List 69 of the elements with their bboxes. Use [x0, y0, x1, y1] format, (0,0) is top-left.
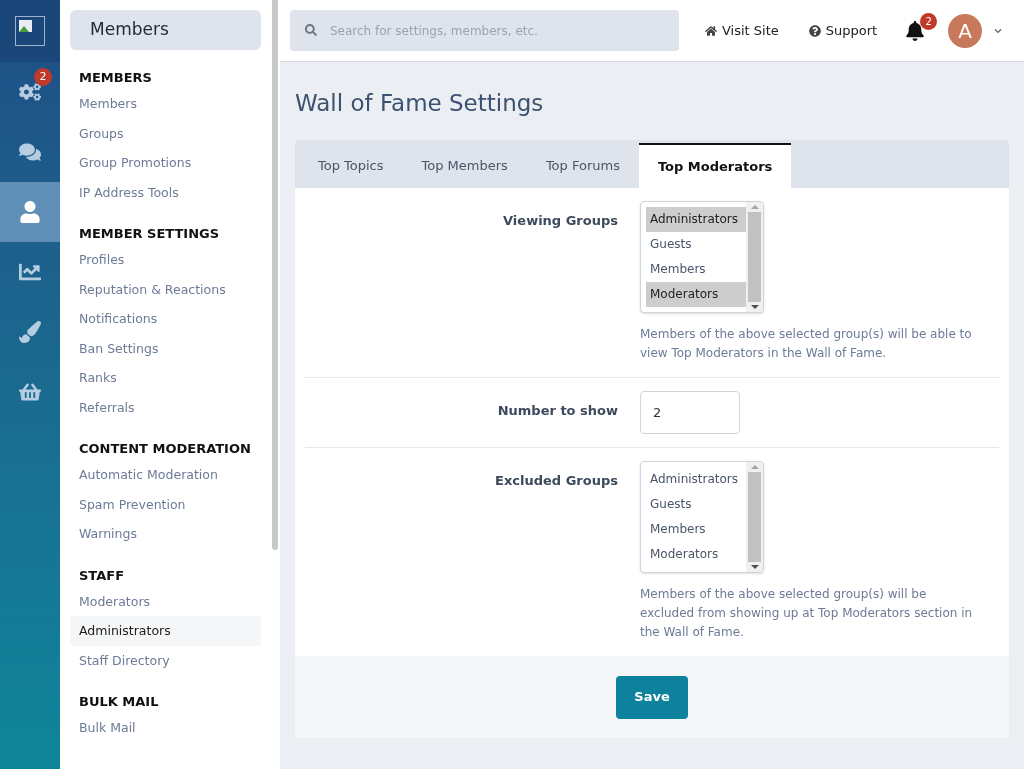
rail-nav-button[interactable]: [0, 182, 60, 242]
sidebar-link[interactable]: Ranks: [70, 363, 261, 393]
sidebar-link[interactable]: Groups: [70, 118, 261, 148]
section-heading: MEMBERS: [78, 69, 153, 87]
listbox-option[interactable]: Members: [646, 257, 746, 282]
tab[interactable]: Top Forums: [526, 143, 639, 188]
tab[interactable]: Top Topics: [299, 143, 403, 188]
sidebar-link[interactable]: Spam Prevention: [70, 489, 261, 519]
sidebar-link[interactable]: IP Address Tools: [70, 177, 261, 207]
sidebar-link[interactable]: Automatic Moderation: [70, 460, 261, 490]
basket-icon: [19, 381, 41, 403]
help-text: Members of the above selected group(s) will be able to view Top Moderators in the Wall of Fame.: [640, 326, 973, 362]
listbox-option[interactable]: Administrators: [646, 467, 746, 492]
listbox-option[interactable]: Moderators: [646, 542, 746, 567]
section-heading: STAFF: [78, 566, 126, 585]
bell-icon: [905, 20, 926, 41]
sidebar-link[interactable]: Profiles: [70, 245, 261, 275]
notifications-button[interactable]: 2: [903, 12, 938, 49]
sidebar-header: Members: [70, 10, 261, 50]
group-listbox[interactable]: Administrators Guests Members Moderators: [640, 461, 764, 573]
sidebar-link[interactable]: Moderators: [70, 586, 261, 616]
top-link[interactable]: Visit Site: [705, 20, 779, 41]
sidebar-link[interactable]: Notifications: [70, 304, 261, 334]
chat-bubbles-icon: [19, 141, 41, 163]
scroll-down-icon[interactable]: [750, 305, 759, 309]
section-heading: BULK MAIL: [78, 693, 160, 711]
paintbrush-icon: [19, 321, 41, 343]
rail-nav-button[interactable]: 2: [0, 62, 60, 122]
help-text: Members of the above selected group(s) will be excluded from showing up at Top Moderators section in the Wall of Fame.: [640, 586, 974, 641]
tab[interactable]: Top Members: [402, 143, 527, 188]
scrollbar[interactable]: [746, 202, 763, 312]
sidebar-link[interactable]: Staff Directory: [70, 645, 261, 675]
section-heading: MEMBER SETTINGS: [78, 225, 221, 243]
listbox-option[interactable]: Administrators: [646, 207, 746, 232]
avatar-button[interactable]: A: [948, 13, 983, 48]
sidebar-link[interactable]: Members: [70, 89, 261, 119]
listbox-option[interactable]: Guests: [646, 492, 746, 517]
top-link[interactable]: Support: [808, 20, 878, 41]
field-label: Number to show: [496, 402, 619, 420]
scrollbar[interactable]: [746, 462, 763, 572]
page-title: Wall of Fame Settings: [295, 89, 545, 118]
home-icon: [705, 24, 717, 37]
user-icon: [19, 201, 41, 223]
notification-badge: 2: [920, 12, 938, 30]
sidebar-link[interactable]: Warnings: [70, 519, 261, 549]
sidebar-link[interactable]: Group Promotions: [70, 148, 261, 178]
sidebar-link[interactable]: Reputation & Reactions: [70, 274, 261, 304]
sidebar-link[interactable]: Referrals: [70, 392, 261, 422]
listbox-option[interactable]: Members: [646, 517, 746, 542]
broken-image-icon: [15, 16, 45, 46]
sidebar-link[interactable]: Administrators: [70, 616, 261, 646]
search-icon: [305, 24, 317, 36]
section-heading: CONTENT MODERATION: [78, 440, 252, 458]
line-chart-icon: [19, 261, 41, 283]
number-input[interactable]: 2: [640, 391, 740, 434]
save-button[interactable]: Save: [616, 675, 688, 719]
group-listbox[interactable]: Administrators Guests Members Moderators: [640, 201, 764, 313]
chevron-down-icon[interactable]: [994, 26, 1003, 35]
scroll-down-icon[interactable]: [750, 565, 759, 569]
tab[interactable]: Top Moderators: [638, 143, 792, 188]
sidebar-link[interactable]: Bulk Mail: [70, 713, 261, 743]
listbox-option[interactable]: Moderators: [646, 282, 746, 307]
notification-badge: 2: [34, 68, 52, 86]
field-label: Viewing Groups: [502, 212, 619, 230]
listbox-option[interactable]: Guests: [646, 232, 746, 257]
search-field[interactable]: Search for settings, members, etc.: [290, 10, 679, 51]
field-label: Excluded Groups: [494, 472, 619, 490]
sidebar-link[interactable]: Ban Settings: [70, 333, 261, 363]
gears-icon: [19, 81, 41, 103]
